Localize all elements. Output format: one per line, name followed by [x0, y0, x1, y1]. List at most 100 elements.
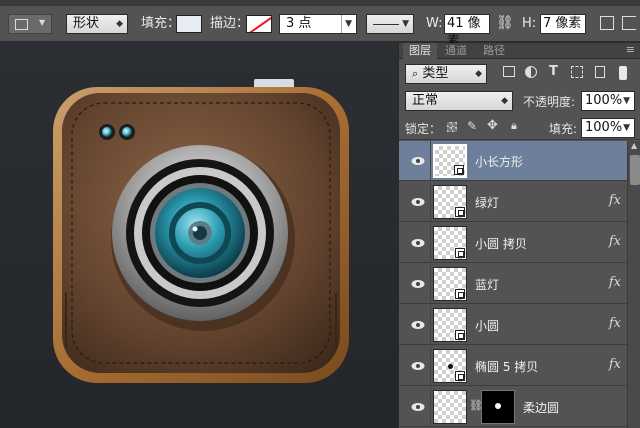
- width-label: W:: [426, 16, 443, 31]
- scroll-up-icon[interactable]: ▲: [631, 141, 637, 150]
- filter-pixel-icon[interactable]: [503, 66, 515, 77]
- stroke-label: 描边：: [210, 16, 250, 31]
- filter-adjustment-icon[interactable]: [525, 66, 537, 78]
- stroke-width-field[interactable]: 3 点 ▼: [279, 14, 357, 34]
- layer-row[interactable]: 小长方形: [399, 141, 627, 181]
- visibility-toggle[interactable]: [399, 305, 431, 345]
- shape-layer-icon: [455, 371, 465, 381]
- scrollbar-thumb[interactable]: [630, 155, 640, 185]
- width-field[interactable]: 41 像素: [444, 14, 490, 49]
- layer-row[interactable]: 绿灯 fx: [399, 182, 627, 222]
- tab-layers[interactable]: 图层: [403, 43, 437, 59]
- filter-type-icon[interactable]: T: [549, 64, 558, 79]
- height-value: 7 像素: [543, 16, 582, 31]
- eye-icon: [411, 401, 425, 411]
- layer-row[interactable]: ⛓ 柔边圆: [399, 387, 627, 427]
- opacity-field[interactable]: 100% ▼: [581, 91, 635, 111]
- visibility-toggle[interactable]: [399, 182, 431, 222]
- stroke-type-dropdown[interactable]: ▼: [366, 14, 414, 34]
- lock-all-icon[interactable]: 🔒︎: [511, 119, 517, 133]
- fill-label: 填充：: [141, 16, 181, 31]
- layer-fill-value: 100%: [585, 120, 623, 135]
- fx-icon[interactable]: fx: [609, 316, 621, 331]
- layer-list-scrollbar[interactable]: ▲: [627, 141, 640, 428]
- lock-label: 锁定：: [405, 122, 442, 136]
- chevron-down-icon: ▼: [341, 15, 352, 33]
- lock-paint-icon[interactable]: ✎: [467, 119, 477, 133]
- layer-name: 小圆 拷贝: [475, 237, 527, 251]
- layer-row[interactable]: 小圆 fx: [399, 305, 627, 345]
- layer-row[interactable]: 椭圆 5 拷贝 fx: [399, 346, 627, 386]
- fx-icon[interactable]: fx: [609, 193, 621, 208]
- layer-fill-label: 填充:: [549, 122, 578, 136]
- chevron-down-icon: ▼: [623, 96, 630, 106]
- layer-list: 小长方形 绿灯 fx 小圆 拷贝 fx 蓝灯 fx 小圆 fx 椭圆 5 拷贝 …: [399, 141, 627, 428]
- tab-channels[interactable]: 通道: [439, 43, 473, 59]
- layer-thumbnail: [433, 308, 467, 342]
- layer-mask-thumbnail[interactable]: [481, 390, 515, 424]
- shape-layer-icon: [455, 248, 465, 258]
- visibility-toggle[interactable]: [399, 141, 431, 181]
- shape-mode-dropdown[interactable]: 形状 ◆: [66, 14, 128, 34]
- layer-name: 柔边圆: [523, 401, 560, 415]
- blend-mode-dropdown[interactable]: 正常 ◆: [405, 91, 513, 111]
- visibility-toggle[interactable]: [399, 264, 431, 304]
- lock-transparent-icon[interactable]: [447, 122, 457, 132]
- eye-icon: [411, 360, 425, 370]
- updown-icon: ◆: [475, 69, 482, 79]
- chevron-down-icon: ▼: [623, 123, 630, 133]
- layer-thumbnail: [433, 226, 467, 260]
- path-alignment-icon[interactable]: [622, 16, 636, 30]
- filter-toggle-icon[interactable]: [619, 66, 627, 80]
- fx-icon[interactable]: fx: [609, 275, 621, 290]
- layer-row[interactable]: 小圆 拷贝 fx: [399, 223, 627, 263]
- stroke-swatch[interactable]: [246, 15, 272, 33]
- shape-mode-value: 形状: [73, 16, 100, 31]
- layers-panel: 图层 通道 路径 ≡ ⌕ 类型 ◆ T 正常 ◆ 不透明度: 100% ▼ 锁定…: [398, 43, 640, 428]
- visibility-toggle[interactable]: [399, 223, 431, 263]
- visibility-toggle[interactable]: [399, 387, 431, 427]
- stroke-width-value: 3 点: [286, 16, 312, 31]
- opacity-value: 100%: [585, 93, 623, 108]
- blend-row: 正常 ◆ 不透明度: 100% ▼: [399, 89, 640, 113]
- height-label: H:: [522, 16, 537, 31]
- document-canvas[interactable]: [0, 43, 398, 428]
- shape-layer-icon: [455, 330, 465, 340]
- lock-move-icon[interactable]: ✥: [487, 118, 498, 133]
- layer-name: 小圆: [475, 319, 500, 333]
- panel-tabs: 图层 通道 路径 ≡: [399, 43, 640, 59]
- tab-paths[interactable]: 路径: [477, 43, 511, 59]
- fx-icon[interactable]: fx: [609, 234, 621, 249]
- fx-icon[interactable]: fx: [609, 357, 621, 372]
- layer-name: 蓝灯: [475, 278, 500, 292]
- tool-preset-picker[interactable]: ▼: [8, 14, 52, 34]
- shape-layer-icon: [455, 289, 465, 299]
- shape-layer-icon: [455, 207, 465, 217]
- opacity-label: 不透明度:: [523, 95, 576, 109]
- height-field[interactable]: 7 像素: [540, 14, 586, 34]
- layer-thumbnail: [433, 185, 467, 219]
- layer-thumbnail: [433, 349, 467, 383]
- filter-shape-icon[interactable]: [571, 66, 583, 78]
- fill-swatch[interactable]: [176, 15, 202, 33]
- panel-menu-icon[interactable]: ≡: [626, 43, 635, 56]
- no-stroke-icon: [247, 16, 271, 32]
- ellipse-shape-icon: [448, 364, 453, 369]
- search-icon: ⌕: [412, 67, 419, 80]
- mask-dot-icon: [495, 403, 501, 409]
- rectangle-tool-icon: [15, 19, 28, 30]
- layer-name: 小长方形: [475, 155, 524, 169]
- updown-icon: ◆: [501, 96, 508, 106]
- eye-icon: [411, 237, 425, 247]
- layer-row[interactable]: 蓝灯 fx: [399, 264, 627, 304]
- shape-layer-icon: [454, 165, 464, 175]
- link-icon[interactable]: ⛓: [496, 13, 514, 33]
- filter-kind-dropdown[interactable]: ⌕ 类型 ◆: [405, 64, 487, 84]
- eye-icon: [411, 155, 425, 165]
- line-style-icon: [373, 24, 399, 25]
- filter-smart-object-icon[interactable]: [595, 66, 605, 78]
- layer-fill-field[interactable]: 100% ▼: [581, 118, 635, 138]
- eye-icon: [411, 196, 425, 206]
- visibility-toggle[interactable]: [399, 346, 431, 386]
- path-operations-icon[interactable]: [600, 16, 614, 30]
